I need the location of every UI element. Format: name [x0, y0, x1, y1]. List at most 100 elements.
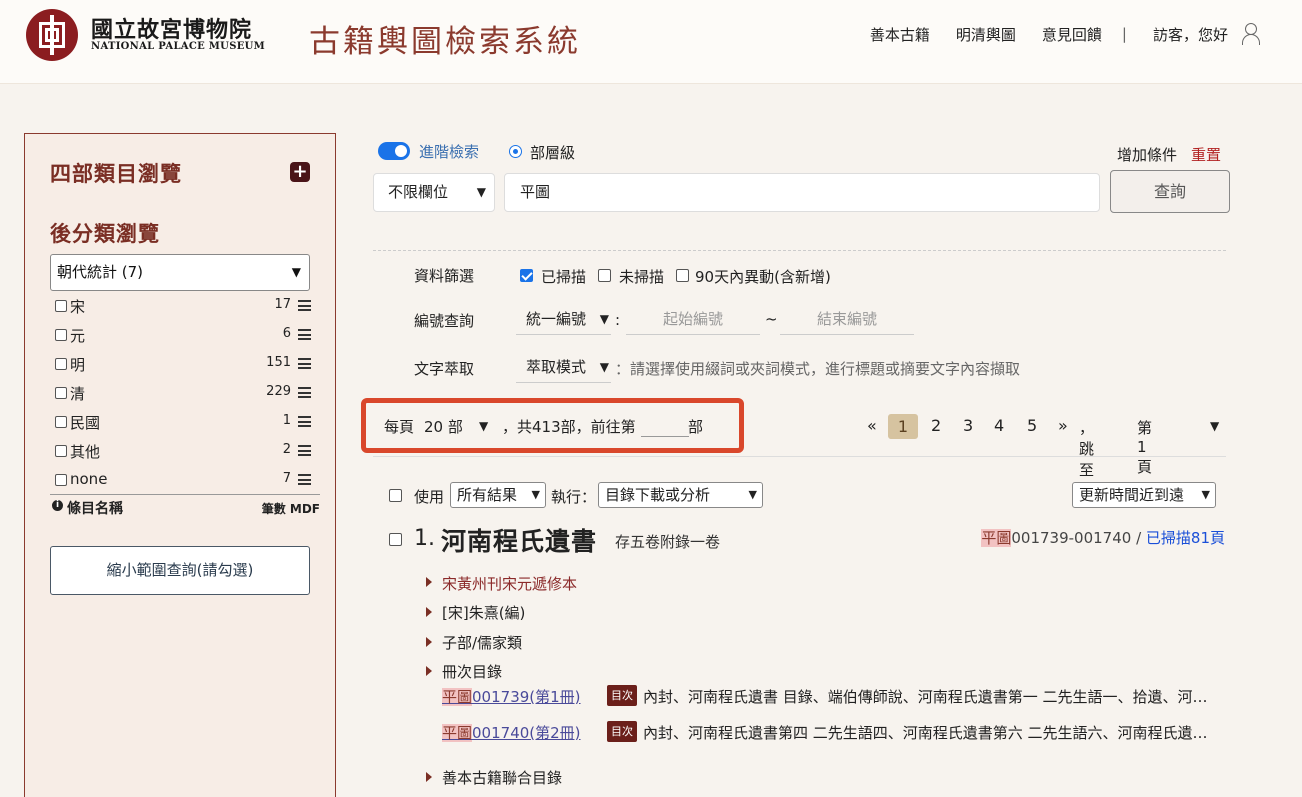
- dynasty-checkbox[interactable]: [55, 358, 67, 370]
- top-nav: 善本古籍 明清輿圖 意見回饋 | 訪客，您好: [844, 22, 1262, 46]
- result-checkbox[interactable]: [389, 533, 402, 546]
- reset-link[interactable]: 重置: [1191, 144, 1221, 165]
- page-2[interactable]: 2: [931, 416, 941, 435]
- list-icon[interactable]: [298, 387, 311, 398]
- caret-right-icon[interactable]: [426, 666, 432, 676]
- dynasty-label: 民國: [70, 414, 101, 432]
- add-condition-link[interactable]: 增加條件: [1117, 144, 1177, 165]
- goto-page-input[interactable]: [641, 436, 689, 437]
- page-4[interactable]: 4: [994, 416, 1004, 435]
- dynasty-checkbox[interactable]: [55, 300, 67, 312]
- list-icon[interactable]: [298, 445, 311, 456]
- logo-english-name[interactable]: NATIONAL PALACE MUSEUM: [91, 41, 265, 52]
- caret-right-icon[interactable]: [426, 637, 432, 647]
- toc-badge[interactable]: 目次: [607, 685, 637, 706]
- narrow-search-button[interactable]: 縮小範圍查詢(請勾選): [50, 546, 310, 595]
- select-all-checkbox[interactable]: [389, 489, 402, 502]
- list-item[interactable]: 宋 17: [53, 291, 311, 320]
- list-icon[interactable]: [298, 416, 311, 427]
- expand-plus-icon[interactable]: +: [290, 162, 310, 182]
- volume-link[interactable]: 平圖001740(第2冊): [442, 722, 581, 743]
- scope-select[interactable]: 所有結果 ▼: [450, 482, 546, 508]
- field-select[interactable]: 不限欄位 ▼: [373, 173, 495, 212]
- dynasty-checkbox[interactable]: [55, 329, 67, 341]
- page-3[interactable]: 3: [963, 416, 973, 435]
- dynasty-stat-select-value: 朝代統計 (7): [57, 263, 144, 281]
- next-page-button[interactable]: »: [1058, 416, 1068, 435]
- advanced-search-label[interactable]: 進階檢索: [419, 141, 479, 162]
- per-page-select[interactable]: 20 部: [424, 416, 463, 437]
- recent-change-checkbox[interactable]: [676, 269, 689, 282]
- list-icon[interactable]: [298, 358, 311, 369]
- dynasty-checkbox[interactable]: [55, 416, 67, 428]
- level-label[interactable]: 部層級: [530, 142, 575, 163]
- user-icon[interactable]: [1240, 22, 1262, 46]
- dynasty-count: 1: [282, 413, 291, 428]
- nav-feedback[interactable]: 意見回饋: [1042, 24, 1102, 45]
- level-radio[interactable]: [509, 145, 522, 158]
- page-5[interactable]: 5: [1027, 416, 1037, 435]
- volume-id: 001740(第2冊): [472, 724, 581, 742]
- volume-link[interactable]: 平圖001739(第1冊): [442, 686, 581, 707]
- list-item[interactable]: 元6: [53, 320, 311, 349]
- extract-mode-select[interactable]: 萃取模式 ▼: [516, 353, 611, 383]
- result-id-prefix: 平圖: [981, 529, 1012, 547]
- category-detail[interactable]: 子部/儒家類: [442, 632, 522, 653]
- author-detail[interactable]: [宋]朱熹(編): [442, 602, 525, 623]
- post-category-browse-title: 後分類瀏覽: [50, 222, 160, 246]
- dynasty-checkbox[interactable]: [55, 474, 67, 486]
- search-input[interactable]: 平圖: [504, 173, 1100, 212]
- start-id-input[interactable]: 起始編號: [626, 305, 760, 335]
- volume-id: 001739(第1冊): [472, 688, 581, 706]
- logo-chinese-name[interactable]: 國立故宮博物院: [91, 12, 252, 44]
- dynasty-stat-select[interactable]: 朝代統計 (7) ▼: [50, 254, 310, 291]
- list-item[interactable]: 民國 1: [53, 407, 311, 436]
- footer-count-label: 筆數 MDF: [261, 502, 320, 516]
- volume-id-prefix: 平圖: [442, 724, 473, 742]
- list-icon[interactable]: [298, 474, 311, 485]
- dynasty-checkbox[interactable]: [55, 445, 67, 457]
- edition-detail[interactable]: 宋黃州刊宋元遞修本: [442, 573, 577, 594]
- page-1[interactable]: 1: [888, 414, 918, 439]
- dynasty-checkbox[interactable]: [55, 387, 67, 399]
- list-icon[interactable]: [298, 329, 311, 340]
- list-item[interactable]: 明 151: [53, 349, 311, 378]
- result-title[interactable]: 河南程氏遺書: [441, 522, 597, 558]
- unscanned-label[interactable]: 未掃描: [619, 266, 664, 287]
- list-icon[interactable]: [298, 300, 311, 311]
- unscanned-checkbox[interactable]: [598, 269, 611, 282]
- scanned-pages-link[interactable]: 已掃描81頁: [1146, 529, 1225, 547]
- scope-select-value: 所有結果: [457, 486, 518, 504]
- id-type-select[interactable]: 統一編號 ▼: [516, 305, 611, 335]
- scanned-label[interactable]: 已掃描: [541, 266, 586, 287]
- end-id-input[interactable]: 結束編號: [780, 305, 914, 335]
- caret-right-icon[interactable]: [426, 607, 432, 617]
- caret-right-icon[interactable]: [426, 772, 432, 782]
- volumes-label[interactable]: 冊次目錄: [442, 661, 502, 682]
- scanned-checkbox[interactable]: [520, 269, 533, 282]
- chevron-down-icon: ▼: [1210, 419, 1220, 433]
- jump-page-select[interactable]: 第1頁: [1137, 417, 1152, 477]
- dynasty-count: 2: [282, 442, 291, 457]
- chevron-down-icon: ▼: [476, 185, 486, 199]
- museum-logo-seal[interactable]: [26, 9, 78, 61]
- dynasty-list: 宋 17 元6 明 151 清 229 民國 1 其他 2 none 7: [53, 291, 311, 494]
- list-item[interactable]: 清 229: [53, 378, 311, 407]
- recent-change-label[interactable]: 90天內異動(含新增): [695, 266, 831, 287]
- list-item[interactable]: none 7: [53, 465, 311, 494]
- union-catalog-label[interactable]: 善本古籍聯合目錄: [442, 767, 562, 788]
- sort-select[interactable]: 更新時間近到遠 ▼: [1072, 482, 1216, 508]
- action-select[interactable]: 目錄下載或分析 ▼: [598, 482, 763, 508]
- site-title[interactable]: 古籍輿圖檢索系統: [309, 16, 581, 61]
- advanced-search-toggle[interactable]: [378, 142, 410, 160]
- chevron-down-icon: ▼: [599, 360, 609, 374]
- caret-right-icon[interactable]: [426, 577, 432, 587]
- nav-rare-books[interactable]: 善本古籍: [870, 24, 930, 45]
- prev-page-button[interactable]: «: [867, 416, 877, 435]
- search-button[interactable]: 查詢: [1110, 170, 1230, 213]
- chevron-down-icon: ▼: [1201, 488, 1210, 501]
- list-item[interactable]: 其他 2: [53, 436, 311, 465]
- toc-badge[interactable]: 目次: [607, 721, 637, 742]
- nav-maps[interactable]: 明清輿圖: [956, 24, 1016, 45]
- result-id-separator: /: [1131, 529, 1146, 547]
